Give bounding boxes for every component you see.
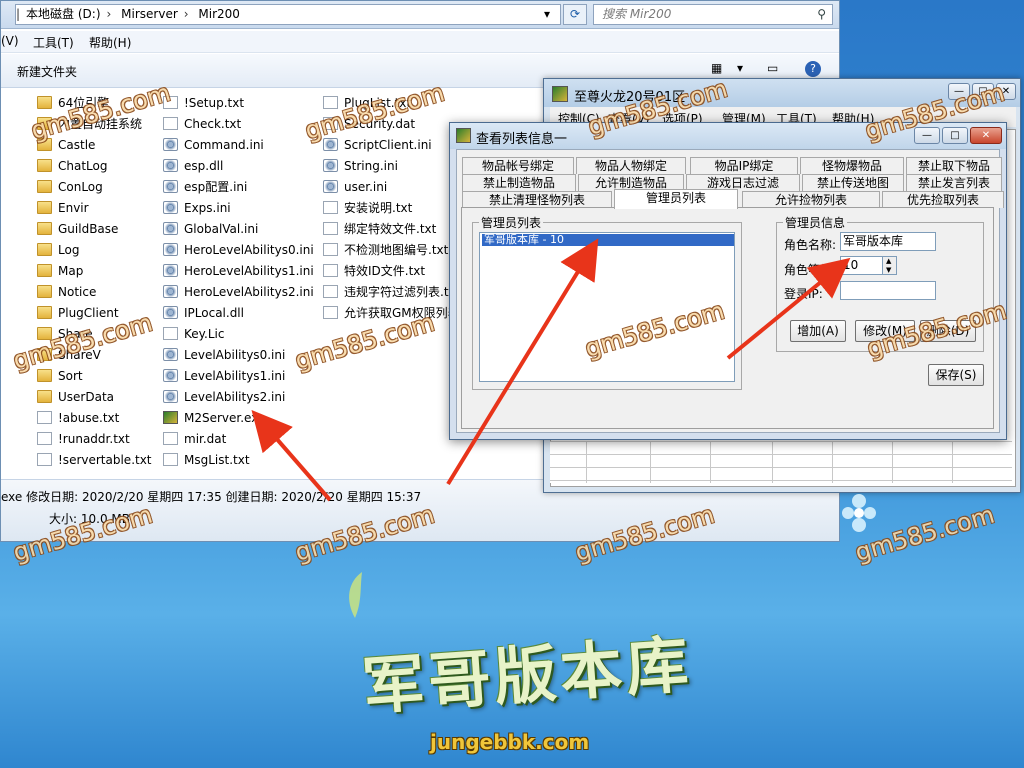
- brand-url: jungebbk.com: [430, 730, 590, 754]
- flower-icon: [842, 494, 876, 532]
- arrow-to-m2server: [251, 409, 332, 502]
- bamboo-leaf-icon: [349, 572, 362, 618]
- arrow-to-level: [726, 257, 851, 360]
- tab-item[interactable]: 管理员列表: [614, 189, 738, 209]
- arrow-to-admin-item: [446, 238, 599, 486]
